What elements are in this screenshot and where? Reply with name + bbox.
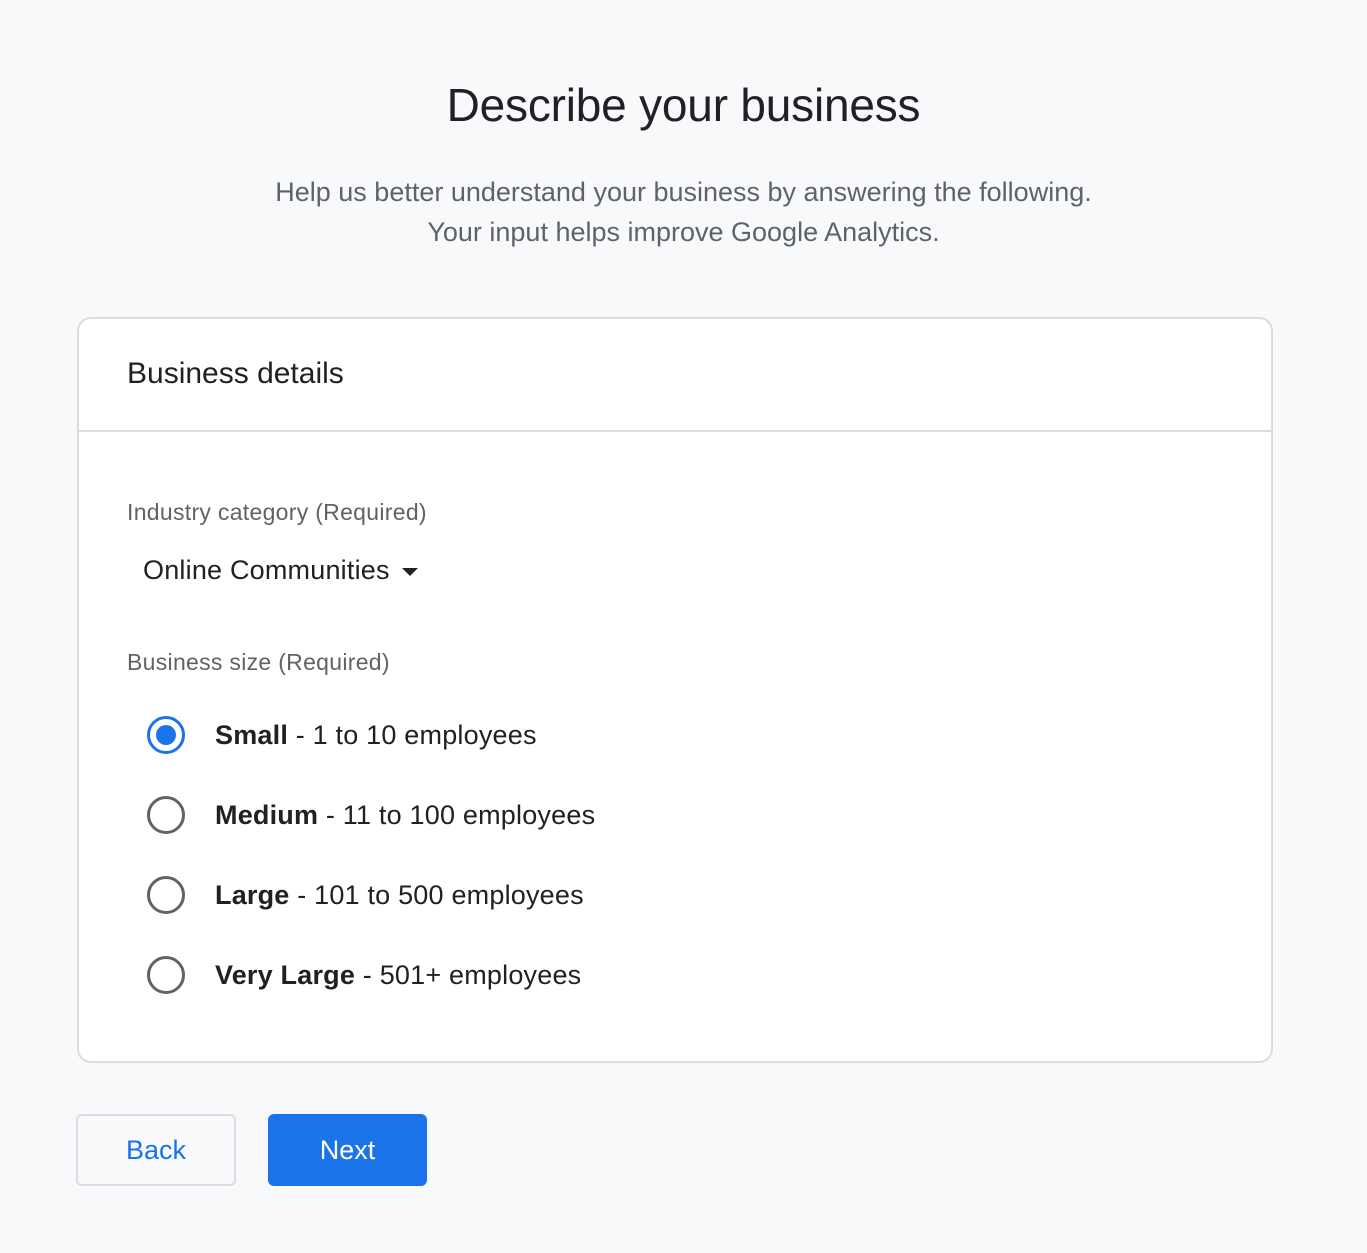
business-size-option-very-large[interactable]: Very Large - 501+ employees (147, 956, 581, 994)
card-title: Business details (127, 357, 344, 390)
next-button[interactable]: Next (268, 1114, 427, 1186)
size-name: Small (215, 719, 289, 750)
radio-selected-dot (156, 725, 176, 745)
card-header: Business details (79, 319, 1271, 432)
industry-category-label: Industry category (Required) (127, 499, 427, 525)
page-title: Describe your business (446, 79, 921, 131)
business-size-option-label: Small - 1 to 10 employees (215, 720, 537, 751)
industry-category-dropdown[interactable]: Online Communities (143, 555, 418, 586)
size-detail: - 501+ employees (355, 959, 582, 990)
industry-category-value: Online Communities (143, 555, 390, 585)
business-size-label: Business size (Required) (127, 649, 390, 675)
radio-button-very-large[interactable] (147, 956, 185, 994)
business-size-option-large[interactable]: Large - 101 to 500 employees (147, 876, 584, 914)
radio-button-small[interactable] (147, 716, 185, 754)
size-name: Large (215, 879, 290, 910)
subtitle-line-1: Help us better understand your business … (275, 177, 1092, 207)
size-detail: - 101 to 500 employees (289, 879, 584, 910)
size-detail: - 11 to 100 employees (318, 799, 596, 830)
size-name: Medium (215, 799, 319, 830)
business-details-card: Business details Industry category (Requ… (77, 317, 1273, 1063)
business-size-option-label: Medium - 11 to 100 employees (215, 800, 595, 831)
business-size-option-medium[interactable]: Medium - 11 to 100 employees (147, 796, 595, 834)
size-detail: - 1 to 10 employees (288, 719, 537, 750)
business-size-option-small[interactable]: Small - 1 to 10 employees (147, 716, 537, 754)
subtitle-line-2: Your input helps improve Google Analytic… (427, 217, 940, 247)
business-size-option-label: Large - 101 to 500 employees (215, 880, 584, 911)
radio-button-large[interactable] (147, 876, 185, 914)
size-name: Very Large (215, 959, 356, 990)
back-button[interactable]: Back (76, 1114, 236, 1186)
chevron-down-icon (401, 567, 418, 576)
radio-button-medium[interactable] (147, 796, 185, 834)
page-subtitle: Help us better understand your business … (0, 172, 1367, 252)
business-size-option-label: Very Large - 501+ employees (215, 960, 581, 991)
